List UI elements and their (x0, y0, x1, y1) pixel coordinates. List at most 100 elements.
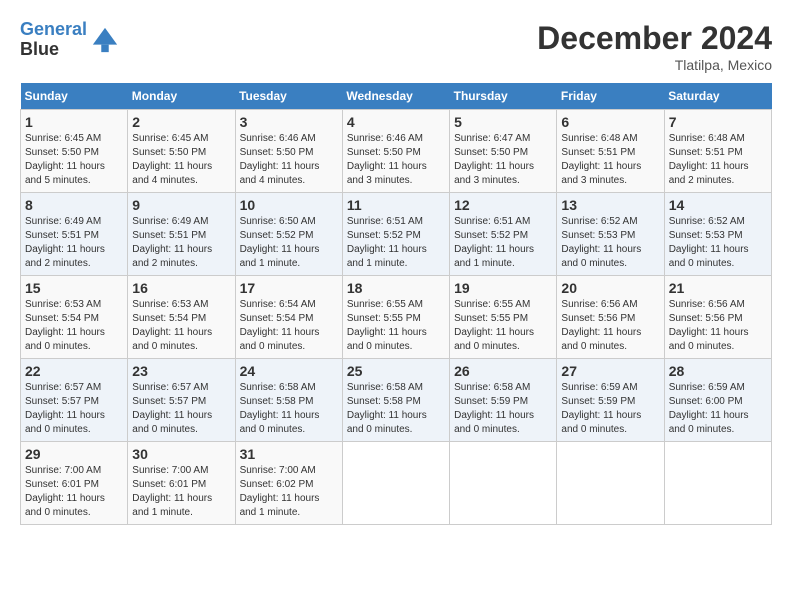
main-title: December 2024 (537, 20, 772, 57)
header-tuesday: Tuesday (235, 83, 342, 110)
cell-week1-day0: 1 Sunrise: 6:45 AM Sunset: 5:50 PM Dayli… (21, 110, 128, 193)
cell-week3-day2: 17 Sunrise: 6:54 AM Sunset: 5:54 PM Dayl… (235, 276, 342, 359)
day-number: 12 (454, 197, 552, 213)
day-info: Sunrise: 6:57 AM Sunset: 5:57 PM Dayligh… (132, 381, 230, 437)
day-number: 25 (347, 363, 445, 379)
day-number: 29 (25, 446, 123, 462)
calendar-table: Sunday Monday Tuesday Wednesday Thursday… (20, 83, 772, 525)
cell-week5-day2: 31 Sunrise: 7:00 AM Sunset: 6:02 PM Dayl… (235, 442, 342, 525)
cell-week3-day5: 20 Sunrise: 6:56 AM Sunset: 5:56 PM Dayl… (557, 276, 664, 359)
day-number: 16 (132, 280, 230, 296)
cell-week3-day3: 18 Sunrise: 6:55 AM Sunset: 5:55 PM Dayl… (342, 276, 449, 359)
day-number: 9 (132, 197, 230, 213)
cell-week5-day5 (557, 442, 664, 525)
calendar-header: Sunday Monday Tuesday Wednesday Thursday… (21, 83, 772, 110)
day-info: Sunrise: 6:51 AM Sunset: 5:52 PM Dayligh… (454, 215, 552, 271)
header-row: Sunday Monday Tuesday Wednesday Thursday… (21, 83, 772, 110)
page-header: GeneralBlue December 2024 Tlatilpa, Mexi… (20, 20, 772, 73)
day-number: 14 (669, 197, 767, 213)
day-number: 21 (669, 280, 767, 296)
day-info: Sunrise: 6:48 AM Sunset: 5:51 PM Dayligh… (561, 132, 659, 188)
day-number: 4 (347, 114, 445, 130)
day-info: Sunrise: 6:58 AM Sunset: 5:58 PM Dayligh… (240, 381, 338, 437)
day-number: 26 (454, 363, 552, 379)
day-number: 28 (669, 363, 767, 379)
week-row-2: 8 Sunrise: 6:49 AM Sunset: 5:51 PM Dayli… (21, 193, 772, 276)
cell-week4-day0: 22 Sunrise: 6:57 AM Sunset: 5:57 PM Dayl… (21, 359, 128, 442)
cell-week2-day2: 10 Sunrise: 6:50 AM Sunset: 5:52 PM Dayl… (235, 193, 342, 276)
cell-week2-day4: 12 Sunrise: 6:51 AM Sunset: 5:52 PM Dayl… (450, 193, 557, 276)
day-number: 2 (132, 114, 230, 130)
cell-week4-day6: 28 Sunrise: 6:59 AM Sunset: 6:00 PM Dayl… (664, 359, 771, 442)
cell-week1-day3: 4 Sunrise: 6:46 AM Sunset: 5:50 PM Dayli… (342, 110, 449, 193)
cell-week5-day6 (664, 442, 771, 525)
day-number: 6 (561, 114, 659, 130)
day-info: Sunrise: 6:46 AM Sunset: 5:50 PM Dayligh… (347, 132, 445, 188)
day-info: Sunrise: 6:49 AM Sunset: 5:51 PM Dayligh… (25, 215, 123, 271)
day-number: 17 (240, 280, 338, 296)
day-info: Sunrise: 6:55 AM Sunset: 5:55 PM Dayligh… (454, 298, 552, 354)
day-number: 22 (25, 363, 123, 379)
cell-week4-day2: 24 Sunrise: 6:58 AM Sunset: 5:58 PM Dayl… (235, 359, 342, 442)
day-info: Sunrise: 6:52 AM Sunset: 5:53 PM Dayligh… (669, 215, 767, 271)
day-info: Sunrise: 6:45 AM Sunset: 5:50 PM Dayligh… (132, 132, 230, 188)
cell-week5-day1: 30 Sunrise: 7:00 AM Sunset: 6:01 PM Dayl… (128, 442, 235, 525)
cell-week3-day1: 16 Sunrise: 6:53 AM Sunset: 5:54 PM Dayl… (128, 276, 235, 359)
day-number: 15 (25, 280, 123, 296)
cell-week1-day4: 5 Sunrise: 6:47 AM Sunset: 5:50 PM Dayli… (450, 110, 557, 193)
cell-week1-day5: 6 Sunrise: 6:48 AM Sunset: 5:51 PM Dayli… (557, 110, 664, 193)
cell-week1-day2: 3 Sunrise: 6:46 AM Sunset: 5:50 PM Dayli… (235, 110, 342, 193)
day-number: 27 (561, 363, 659, 379)
cell-week4-day3: 25 Sunrise: 6:58 AM Sunset: 5:58 PM Dayl… (342, 359, 449, 442)
title-area: December 2024 Tlatilpa, Mexico (537, 20, 772, 73)
day-info: Sunrise: 6:57 AM Sunset: 5:57 PM Dayligh… (25, 381, 123, 437)
cell-week5-day4 (450, 442, 557, 525)
day-info: Sunrise: 6:46 AM Sunset: 5:50 PM Dayligh… (240, 132, 338, 188)
week-row-5: 29 Sunrise: 7:00 AM Sunset: 6:01 PM Dayl… (21, 442, 772, 525)
logo-text: GeneralBlue (20, 20, 87, 60)
cell-week2-day3: 11 Sunrise: 6:51 AM Sunset: 5:52 PM Dayl… (342, 193, 449, 276)
day-info: Sunrise: 7:00 AM Sunset: 6:01 PM Dayligh… (132, 464, 230, 520)
day-info: Sunrise: 6:58 AM Sunset: 5:58 PM Dayligh… (347, 381, 445, 437)
day-info: Sunrise: 6:55 AM Sunset: 5:55 PM Dayligh… (347, 298, 445, 354)
day-info: Sunrise: 6:54 AM Sunset: 5:54 PM Dayligh… (240, 298, 338, 354)
day-number: 24 (240, 363, 338, 379)
cell-week3-day6: 21 Sunrise: 6:56 AM Sunset: 5:56 PM Dayl… (664, 276, 771, 359)
day-info: Sunrise: 7:00 AM Sunset: 6:02 PM Dayligh… (240, 464, 338, 520)
day-info: Sunrise: 6:53 AM Sunset: 5:54 PM Dayligh… (25, 298, 123, 354)
cell-week1-day1: 2 Sunrise: 6:45 AM Sunset: 5:50 PM Dayli… (128, 110, 235, 193)
cell-week1-day6: 7 Sunrise: 6:48 AM Sunset: 5:51 PM Dayli… (664, 110, 771, 193)
day-info: Sunrise: 6:49 AM Sunset: 5:51 PM Dayligh… (132, 215, 230, 271)
cell-week3-day0: 15 Sunrise: 6:53 AM Sunset: 5:54 PM Dayl… (21, 276, 128, 359)
day-number: 8 (25, 197, 123, 213)
cell-week2-day0: 8 Sunrise: 6:49 AM Sunset: 5:51 PM Dayli… (21, 193, 128, 276)
cell-week5-day3 (342, 442, 449, 525)
cell-week5-day0: 29 Sunrise: 7:00 AM Sunset: 6:01 PM Dayl… (21, 442, 128, 525)
logo-icon (91, 26, 119, 54)
week-row-1: 1 Sunrise: 6:45 AM Sunset: 5:50 PM Dayli… (21, 110, 772, 193)
day-info: Sunrise: 6:47 AM Sunset: 5:50 PM Dayligh… (454, 132, 552, 188)
day-number: 5 (454, 114, 552, 130)
day-number: 20 (561, 280, 659, 296)
day-number: 7 (669, 114, 767, 130)
day-info: Sunrise: 6:59 AM Sunset: 5:59 PM Dayligh… (561, 381, 659, 437)
day-info: Sunrise: 6:50 AM Sunset: 5:52 PM Dayligh… (240, 215, 338, 271)
cell-week2-day1: 9 Sunrise: 6:49 AM Sunset: 5:51 PM Dayli… (128, 193, 235, 276)
day-info: Sunrise: 6:52 AM Sunset: 5:53 PM Dayligh… (561, 215, 659, 271)
day-info: Sunrise: 6:45 AM Sunset: 5:50 PM Dayligh… (25, 132, 123, 188)
day-number: 1 (25, 114, 123, 130)
day-info: Sunrise: 6:59 AM Sunset: 6:00 PM Dayligh… (669, 381, 767, 437)
cell-week4-day4: 26 Sunrise: 6:58 AM Sunset: 5:59 PM Dayl… (450, 359, 557, 442)
header-friday: Friday (557, 83, 664, 110)
cell-week3-day4: 19 Sunrise: 6:55 AM Sunset: 5:55 PM Dayl… (450, 276, 557, 359)
header-monday: Monday (128, 83, 235, 110)
week-row-4: 22 Sunrise: 6:57 AM Sunset: 5:57 PM Dayl… (21, 359, 772, 442)
day-info: Sunrise: 6:56 AM Sunset: 5:56 PM Dayligh… (669, 298, 767, 354)
day-number: 13 (561, 197, 659, 213)
cell-week4-day1: 23 Sunrise: 6:57 AM Sunset: 5:57 PM Dayl… (128, 359, 235, 442)
day-info: Sunrise: 6:48 AM Sunset: 5:51 PM Dayligh… (669, 132, 767, 188)
day-number: 18 (347, 280, 445, 296)
logo: GeneralBlue (20, 20, 119, 60)
day-number: 30 (132, 446, 230, 462)
calendar-body: 1 Sunrise: 6:45 AM Sunset: 5:50 PM Dayli… (21, 110, 772, 525)
